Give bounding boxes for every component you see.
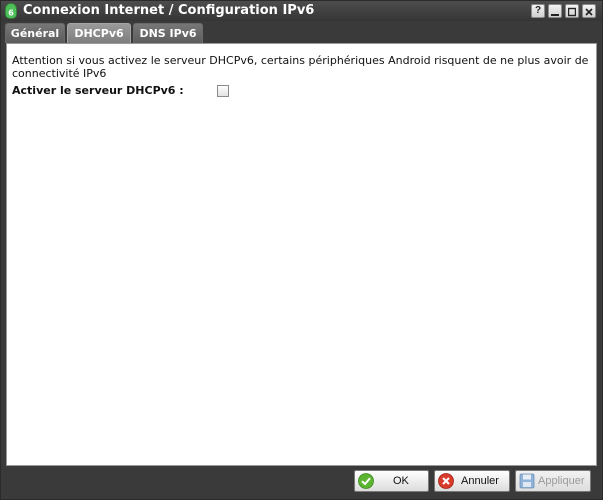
tab-dhcpv6[interactable]: DHCPv6: [67, 23, 131, 43]
tab-dhcpv6-label: DHCPv6: [74, 27, 124, 40]
dhcpv6-warning-text: Attention si vous activez le serveur DHC…: [12, 54, 589, 80]
dhcpv6-server-label: Activer le serveur DHCPv6 :: [12, 84, 184, 97]
minimize-icon: [551, 13, 559, 16]
save-icon: [519, 473, 535, 489]
cancel-label: Annuler: [461, 475, 499, 487]
title-bar[interactable]: 6 Connexion Internet / Configuration IPv…: [1, 1, 602, 21]
ok-label: OK: [393, 475, 409, 487]
window-title: Connexion Internet / Configuration IPv6: [23, 3, 315, 18]
ipv6-app-icon: 6: [5, 3, 17, 19]
dialog-footer: OK Annuler Appliquer: [1, 467, 602, 499]
tab-bar: Général DHCPv6 DNS IPv6: [1, 21, 602, 43]
apply-label: Appliquer: [538, 475, 585, 487]
close-icon: [585, 7, 593, 16]
tab-general-label: Général: [10, 27, 60, 40]
check-icon: [358, 473, 374, 489]
maximize-button[interactable]: [565, 4, 579, 18]
cancel-button[interactable]: Annuler: [434, 470, 510, 492]
ok-button[interactable]: OK: [354, 470, 429, 492]
close-button[interactable]: [582, 4, 596, 18]
tab-panel-dhcpv6: Attention si vous activez le serveur DHC…: [6, 43, 597, 466]
minimize-button[interactable]: [548, 4, 562, 18]
dialog-window: 6 Connexion Internet / Configuration IPv…: [0, 0, 603, 500]
tab-dns-ipv6-label: DNS IPv6: [139, 27, 197, 40]
help-icon: ?: [534, 5, 542, 16]
cancel-icon: [438, 473, 454, 489]
help-button[interactable]: ?: [531, 4, 545, 18]
apply-button[interactable]: Appliquer: [515, 470, 591, 492]
tab-general[interactable]: Général: [5, 23, 65, 43]
dhcpv6-server-checkbox[interactable]: [217, 85, 229, 97]
tab-dns-ipv6[interactable]: DNS IPv6: [133, 23, 203, 43]
maximize-icon: [568, 7, 576, 16]
svg-text:6: 6: [8, 9, 14, 18]
